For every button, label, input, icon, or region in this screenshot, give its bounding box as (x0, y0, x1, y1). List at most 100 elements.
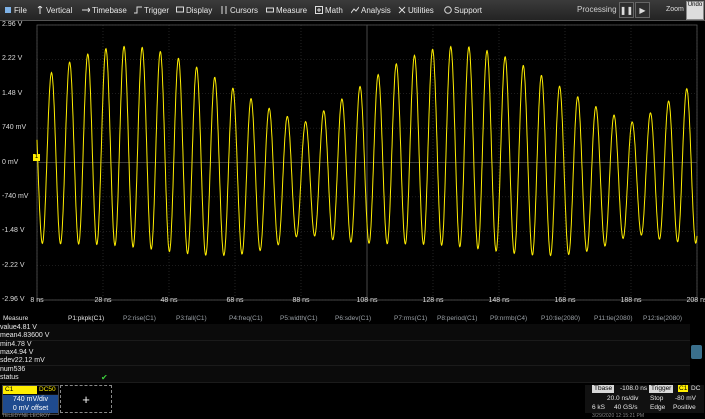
trigger-icon (134, 6, 142, 14)
measure-row-label: min (0, 340, 12, 348)
timebase-tdiv: 20.0 ns/div (607, 395, 639, 402)
undo-button[interactable]: Undo (686, 1, 704, 20)
measure-row-label: sdev (0, 357, 15, 365)
timebase-icon (82, 7, 90, 13)
status-panel[interactable]: Tbase -108.0 ns 20.0 ns/div 6 kS 40 GS/s… (585, 385, 704, 413)
measure-column-header[interactable]: P5:width(C1) (280, 315, 318, 322)
menu-file-label: File (14, 5, 27, 15)
menu-measure[interactable]: Measure (266, 3, 307, 17)
measure-column-header[interactable]: P11:tie(2080) (594, 315, 633, 322)
menu-math-label: Math (325, 5, 343, 15)
measure-column-header[interactable]: P2:rise(C1) (123, 315, 156, 322)
x-axis-label: 128 ns (422, 297, 444, 304)
display-icon (176, 6, 184, 13)
menu-trigger-label: Trigger (144, 5, 170, 15)
y-axis-label: 2.96 V (2, 21, 23, 28)
zoom-label: Zoom (666, 6, 684, 13)
utilities-icon (398, 6, 406, 14)
waveform-display[interactable] (0, 21, 705, 306)
support-icon (444, 6, 452, 14)
x-axis-label: 108 ns (356, 297, 378, 304)
menu-file[interactable]: File (4, 3, 27, 17)
vertical-icon (37, 6, 43, 14)
menu-trigger[interactable]: Trigger (134, 3, 169, 17)
timebase-position: -108.0 ns (620, 385, 648, 392)
channel-1-descriptor[interactable]: C1 DC50 740 mV/div 0 mV offset (2, 385, 59, 415)
measure-row-value: 22.12 mV (14, 357, 45, 365)
measure-column-header[interactable]: P9:nrmb(C4) (490, 315, 527, 322)
trigger-mode: Stop (650, 395, 664, 402)
measure-row-value: 536 (13, 365, 26, 373)
measure-column-header[interactable]: P1:pkpk(C1) (68, 315, 104, 322)
y-axis-label: -740 mV (2, 192, 29, 200)
measure-icon (266, 7, 274, 13)
y-axis-label: -1.48 V (2, 227, 25, 235)
play-icon: ▶ (639, 5, 646, 15)
x-axis-label: 68 ns (226, 297, 244, 304)
menu-bar: File Vertical Timebase Trigger Display C… (0, 0, 705, 21)
menu-vertical[interactable]: Vertical (36, 3, 72, 17)
analysis-icon (351, 6, 359, 14)
x-axis-label: 48 ns (160, 297, 178, 304)
cursors-icon (221, 6, 227, 14)
x-axis-label: 148 ns (488, 297, 510, 304)
menu-cursors[interactable]: Cursors (220, 3, 258, 17)
menu-support[interactable]: Support (444, 3, 482, 17)
pause-icon: ❚❚ (619, 5, 634, 15)
processing-label: Processing (577, 5, 617, 14)
measure-header-row: Measure P1:pkpk(C1) P2:rise(C1) P3:fall(C1… (0, 315, 690, 323)
x-axis-label: 188 ns (620, 297, 642, 304)
table-scroll-handle[interactable] (691, 345, 702, 359)
measure-row-label: value (0, 324, 17, 331)
pause-button[interactable]: ❚❚ (619, 2, 634, 18)
measure-row-value: 4.78 V (11, 340, 32, 348)
channel-offset: 0 mV offset (3, 404, 58, 413)
menu-timebase[interactable]: Timebase (82, 3, 127, 17)
channel-1-ground-marker[interactable]: 1 (33, 154, 40, 161)
measure-column-header[interactable]: P6:sdev(C1) (335, 315, 371, 322)
measure-title: Measure (3, 315, 29, 322)
measure-column-header[interactable]: P3:fall(C1) (176, 315, 207, 322)
x-axis-label: 88 ns (292, 297, 310, 304)
trigger-channel: C1 (678, 385, 689, 392)
measure-column-header[interactable]: P12:tie(2080) (643, 315, 682, 322)
menu-analysis-label: Analysis (361, 5, 391, 15)
menu-analysis[interactable]: Analysis (351, 3, 391, 17)
trigger-coupling: DC (691, 385, 701, 392)
menu-math[interactable]: Math (315, 3, 343, 17)
timebase-rate: 40 GS/s (614, 404, 638, 411)
y-axis-label: -2.22 V (2, 261, 25, 269)
menu-utilities[interactable]: Utilities (398, 3, 434, 17)
x-axis-label: 8 ns (30, 297, 44, 304)
y-axis-label: 1.48 V (2, 89, 23, 97)
trigger-level: -80 mV (675, 395, 696, 402)
measure-column-header[interactable]: P7:rms(C1) (394, 315, 427, 322)
measure-row-label: status (0, 373, 19, 381)
play-button[interactable]: ▶ (635, 2, 650, 18)
date-time: 3/29/2020 12:15:21 PM (592, 413, 644, 419)
channel-1-header: C1 DC50 (3, 386, 58, 394)
trigger-title: Trigger (649, 385, 674, 393)
channel-vdiv: 740 mV/div (3, 395, 58, 404)
menu-utilities-label: Utilities (408, 5, 434, 15)
menu-display[interactable]: Display (176, 3, 212, 17)
measure-column-header[interactable]: P4:freq(C1) (229, 315, 263, 322)
menu-timebase-label: Timebase (92, 5, 127, 15)
file-icon (5, 7, 11, 13)
menu-display-label: Display (186, 5, 213, 15)
channel-coupling-badge: DC50 (37, 386, 58, 394)
measure-row-value: 4.81 V (16, 324, 37, 331)
timebase-title: Tbase (592, 385, 615, 393)
undo-label: Undo (687, 2, 703, 8)
measure-row-value: 4.94 V (13, 348, 34, 356)
menu-cursors-label: Cursors (230, 5, 259, 15)
timebase-samples: 6 kS (592, 404, 606, 411)
y-axis-label: 740 mV (2, 124, 27, 132)
measure-column-header[interactable]: P8:period(C1) (437, 315, 477, 322)
trigger-type: Edge (650, 404, 666, 411)
measure-column-header[interactable]: P10:tie(2080) (541, 315, 580, 322)
add-trace-button[interactable]: + (60, 385, 112, 413)
brand-logo: TELEDYNE LECROY (2, 413, 51, 419)
x-axis-label: 28 ns (94, 297, 112, 304)
trigger-slope: Positive (673, 404, 696, 411)
